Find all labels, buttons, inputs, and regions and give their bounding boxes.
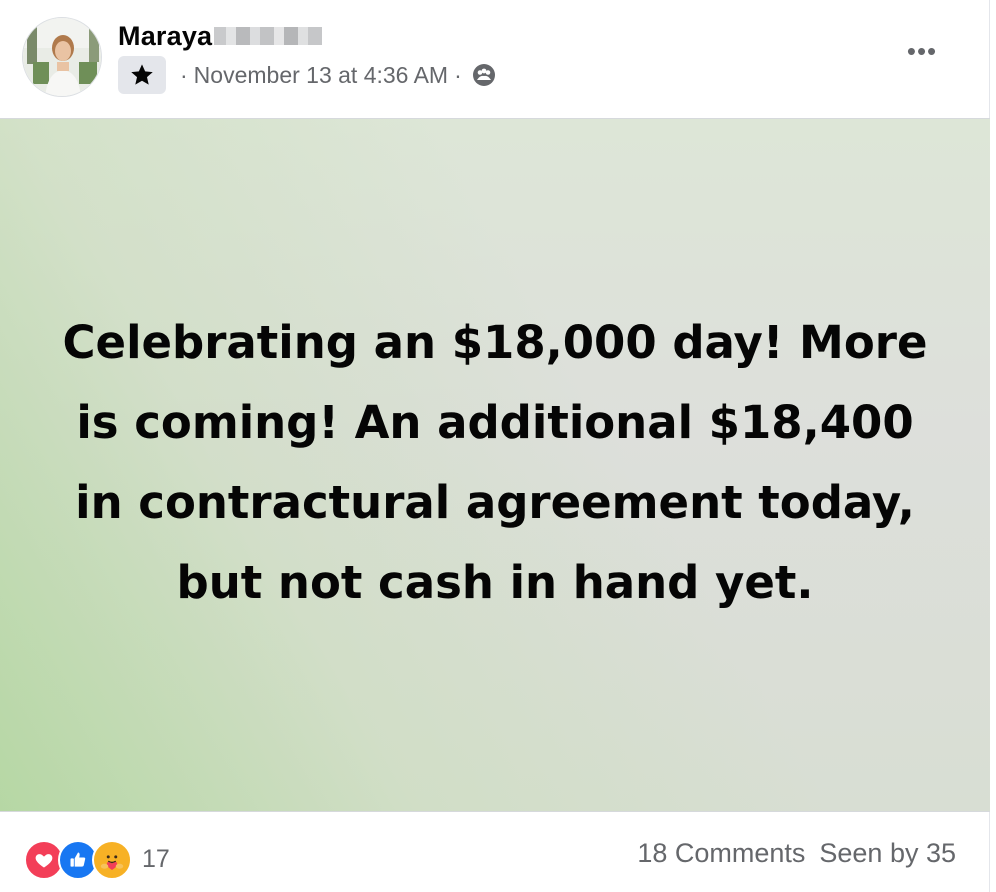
reaction-icons <box>24 840 138 880</box>
avatar[interactable] <box>22 17 102 97</box>
meta-separator: · <box>454 61 462 88</box>
reactions-summary[interactable]: 17 <box>24 840 170 880</box>
post-timestamp[interactable]: November 13 at 4:36 AM <box>194 62 448 89</box>
seen-by-link[interactable]: Seen by 35 <box>819 838 956 869</box>
post-background: Celebrating an $18,000 day! More is comi… <box>0 118 990 812</box>
name-redaction <box>214 26 323 46</box>
author-name[interactable]: Maraya <box>118 21 212 52</box>
group-icon[interactable] <box>472 63 496 87</box>
more-options-button[interactable]: ••• <box>902 36 942 66</box>
post-header: Maraya · November 13 at 4:36 AM · ••• <box>0 0 990 118</box>
post-stats: 18 Comments Seen by 35 <box>637 838 956 869</box>
post-text: Celebrating an $18,000 day! More is comi… <box>62 316 928 609</box>
reaction-count: 17 <box>142 844 170 873</box>
comments-count-link[interactable]: 18 Comments <box>637 838 805 869</box>
care-reaction-icon <box>92 840 132 880</box>
post-card: Maraya · November 13 at 4:36 AM · ••• Ce… <box>0 0 990 892</box>
star-icon <box>131 64 153 85</box>
admin-badge[interactable] <box>118 56 166 94</box>
author-row: Maraya <box>118 20 323 52</box>
more-options-icon: ••• <box>906 35 938 66</box>
avatar-image <box>23 18 101 96</box>
meta-separator: · <box>180 61 188 88</box>
post-footer: 17 18 Comments Seen by 35 <box>0 812 990 892</box>
post-meta: · November 13 at 4:36 AM · <box>118 55 496 95</box>
